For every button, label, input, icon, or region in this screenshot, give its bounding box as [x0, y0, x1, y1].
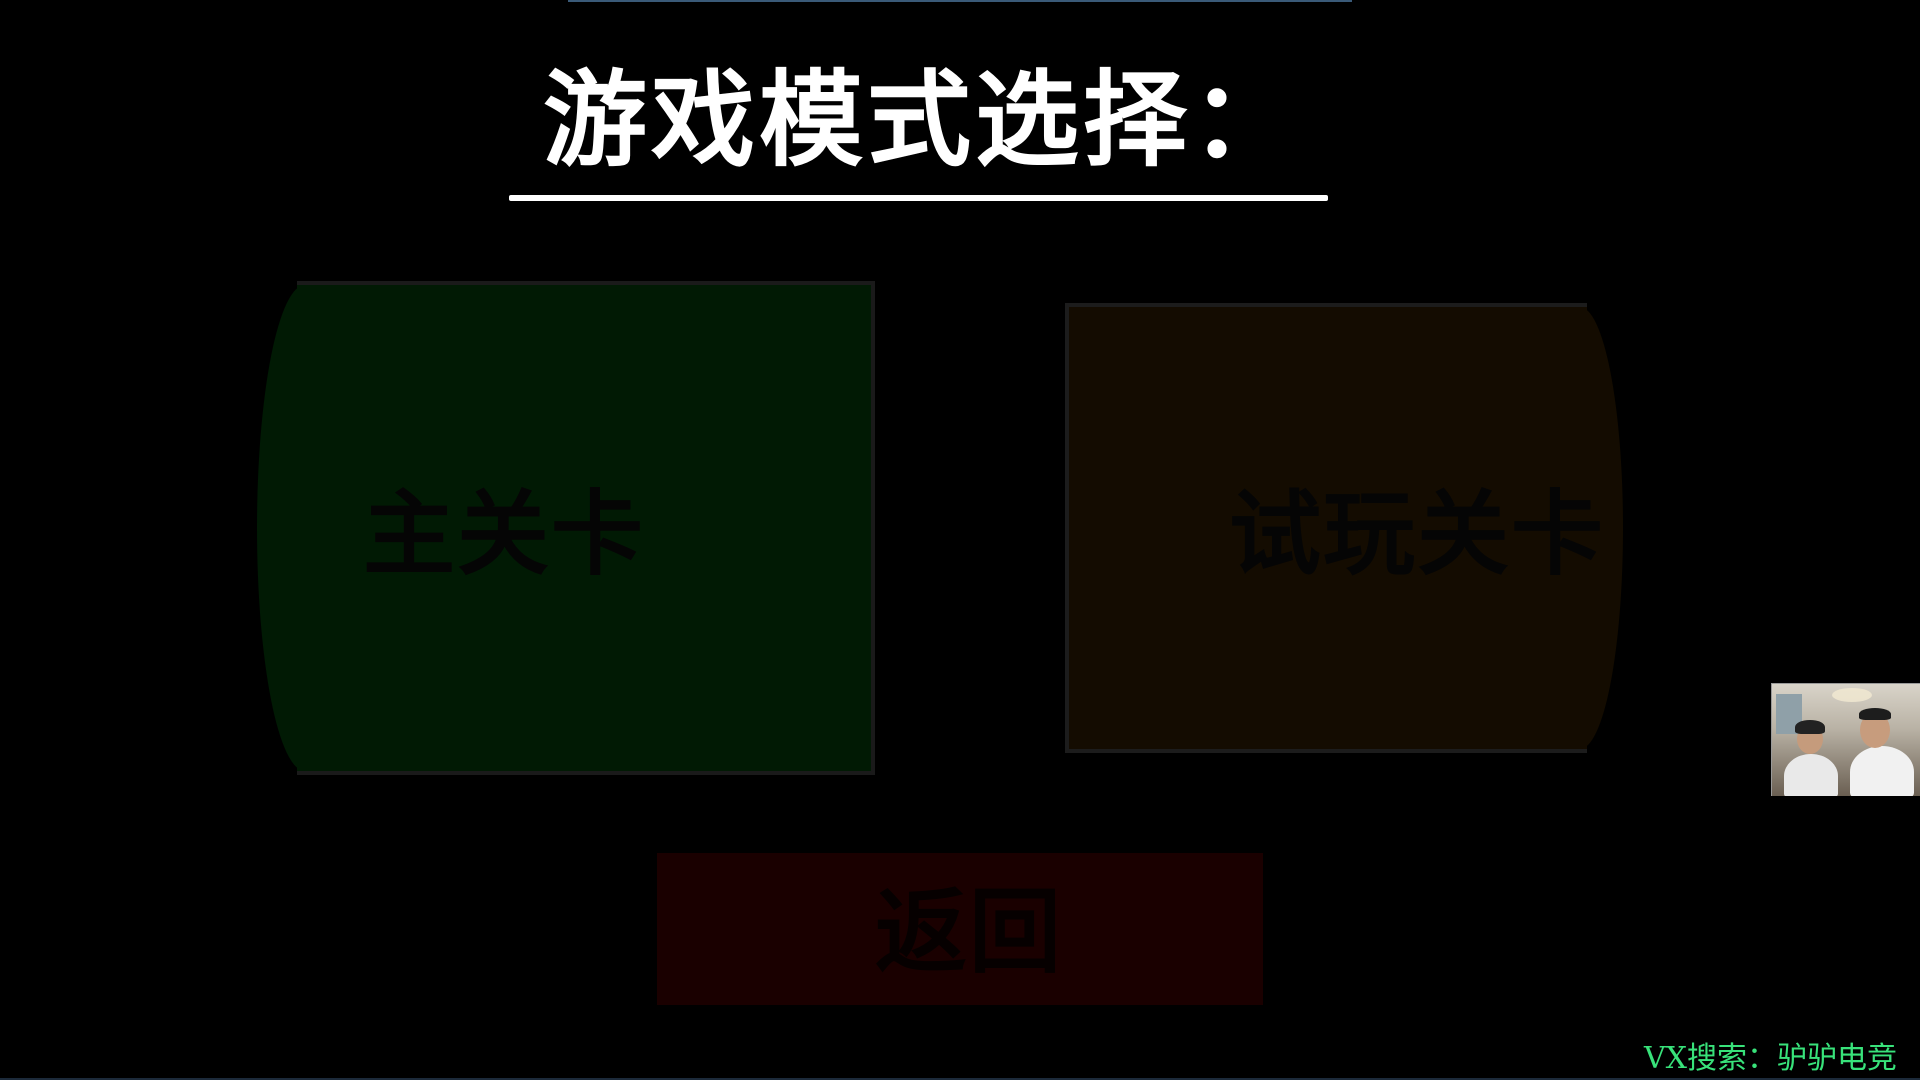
- game-mode-select-screen: 游戏模式选择： 主关卡 试玩关卡 返回 VX搜索：驴驴电竞: [0, 0, 1920, 1080]
- back-button-label: 返回: [875, 879, 1064, 986]
- trial-levels-button[interactable]: 试玩关卡: [1065, 303, 1623, 753]
- top-divider: [568, 0, 1352, 2]
- card-curve-decoration: [257, 285, 337, 771]
- main-levels-button[interactable]: 主关卡: [257, 281, 875, 775]
- webcam-person-1-hair: [1795, 720, 1825, 734]
- main-levels-label: 主关卡: [363, 481, 646, 588]
- webcam-person-1-body: [1784, 754, 1838, 796]
- trial-levels-label: 试玩关卡: [1229, 481, 1606, 588]
- watermark-text: VX搜索：驴驴电竞: [1644, 1041, 1898, 1076]
- webcam-person-2-body: [1850, 746, 1914, 796]
- streamer-webcam-overlay: [1771, 683, 1920, 796]
- webcam-chandelier: [1832, 688, 1872, 702]
- page-title: 游戏模式选择：: [542, 59, 1299, 181]
- title-underline: [509, 195, 1328, 201]
- back-button[interactable]: 返回: [657, 853, 1263, 1005]
- webcam-person-2-hair: [1859, 708, 1891, 720]
